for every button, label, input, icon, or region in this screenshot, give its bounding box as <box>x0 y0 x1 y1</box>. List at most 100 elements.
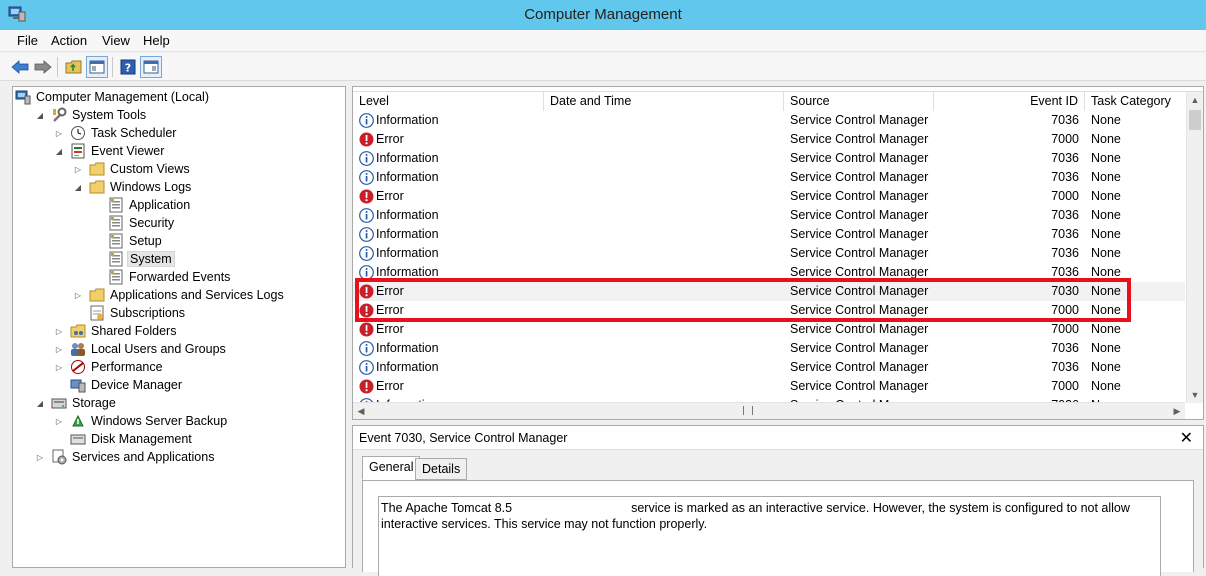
tree-item-storage[interactable]: ◢ Storage <box>34 394 118 412</box>
event-row[interactable]: Information Service Control Manager None 70… <box>353 225 1185 244</box>
tab-details[interactable]: Details <box>415 458 468 480</box>
column-header-level[interactable]: Level <box>353 92 544 111</box>
tree-item-security[interactable]: Security <box>91 214 176 232</box>
event-task-category: None <box>1091 284 1121 298</box>
tree-item-subscriptions[interactable]: Subscriptions <box>72 304 187 322</box>
column-header-event-id[interactable]: Event ID <box>934 92 1085 111</box>
tree-item-setup[interactable]: Setup <box>91 232 164 250</box>
tree-item-computer-management-local[interactable]: Computer Management (Local) <box>15 88 211 106</box>
help-button[interactable]: ? <box>117 56 139 78</box>
tree-item-custom-views[interactable]: ▷ Custom Views <box>72 160 192 178</box>
event-row[interactable]: Information Service Control Manager None 70… <box>353 263 1185 282</box>
expand-arrow-icon[interactable]: ▷ <box>72 289 84 301</box>
information-icon <box>359 113 374 128</box>
tree-item-system-tools[interactable]: ◢ System Tools <box>34 106 148 124</box>
tree-item-shared-folders[interactable]: ▷ Shared Folders <box>53 322 178 340</box>
expand-arrow-icon[interactable]: ▷ <box>72 163 84 175</box>
menu-file[interactable]: File <box>15 33 40 48</box>
event-source: Service Control Manager <box>790 170 929 184</box>
tree-item-event-viewer[interactable]: ◢ Event Viewer <box>53 142 166 160</box>
scrollbar-thumb[interactable] <box>1189 110 1201 130</box>
expand-arrow-icon[interactable]: ▷ <box>53 325 65 337</box>
tree-item-performance[interactable]: ▷ Performance <box>53 358 165 376</box>
event-row[interactable]: Error Service Control Manager None 7000 <box>353 187 1185 206</box>
tree-item-windows-logs[interactable]: ◢ Windows Logs <box>72 178 193 196</box>
tree-item-label: Subscriptions <box>110 306 186 320</box>
event-row[interactable]: Information Service Control Manager None 70… <box>353 206 1185 225</box>
event-row[interactable]: Error Service Control Manager None 7030 <box>353 282 1185 301</box>
tree-item-label: Local Users and Groups <box>91 342 226 356</box>
toolbar-separator <box>112 57 113 77</box>
menu-view[interactable]: View <box>100 33 132 48</box>
tree-item-system[interactable]: System <box>91 250 175 268</box>
expand-arrow-icon[interactable]: ▷ <box>53 343 65 355</box>
event-viewer-icon <box>71 143 85 159</box>
tree-item-task-scheduler[interactable]: ▷ Task Scheduler <box>53 124 178 142</box>
collapse-arrow-icon[interactable]: ◢ <box>34 397 46 409</box>
expand-arrow-icon[interactable]: ▷ <box>53 127 65 139</box>
event-id: 7036 <box>1051 113 1079 127</box>
tree-item-applications-and-services-logs[interactable]: ▷ Applications and Services Logs <box>72 286 286 304</box>
scroll-up-icon[interactable]: ▲ <box>1187 92 1203 108</box>
back-button[interactable] <box>9 56 31 78</box>
column-header-task-category[interactable]: Task Category <box>1085 92 1185 111</box>
column-header-date-and-time[interactable]: Date and Time <box>544 92 784 111</box>
scroll-right-icon[interactable]: ▶ <box>1169 403 1185 419</box>
tree-item-label: Application <box>129 198 191 212</box>
up-one-level-button[interactable] <box>63 56 85 78</box>
event-row[interactable]: Information Service Control Manager None 70… <box>353 168 1185 187</box>
log-icon <box>109 215 123 231</box>
event-row[interactable]: Error Service Control Manager None 7000 <box>353 130 1185 149</box>
information-icon <box>359 208 374 223</box>
disk-icon <box>70 434 86 445</box>
folder-icon <box>89 162 105 176</box>
backup-icon <box>72 414 84 427</box>
event-message-box[interactable]: The Apache Tomcat 8.5 service is marked … <box>378 496 1161 576</box>
tree-item-windows-server-backup[interactable]: ▷ Windows Server Backup <box>53 412 229 430</box>
collapse-arrow-icon[interactable]: ◢ <box>34 109 46 121</box>
expand-arrow-icon[interactable]: ▷ <box>53 415 65 427</box>
event-row[interactable]: Information Service Control Manager None 70… <box>353 358 1185 377</box>
expand-arrow-icon[interactable]: ▷ <box>53 361 65 373</box>
event-row[interactable]: Error Service Control Manager None 7000 <box>353 320 1185 339</box>
event-source: Service Control Manager <box>790 284 929 298</box>
event-source: Service Control Manager <box>790 189 929 203</box>
scroll-down-icon[interactable]: ▼ <box>1187 387 1203 403</box>
tree-item-services-and-applications[interactable]: ▷ Services and Applications <box>34 448 216 466</box>
event-row[interactable]: Error Service Control Manager None 7000 <box>353 301 1185 320</box>
redacted-region <box>515 502 628 515</box>
menu-action[interactable]: Action <box>49 33 89 48</box>
vertical-scrollbar[interactable]: ▲ ▼ <box>1186 92 1203 403</box>
event-row[interactable]: Information Service Control Manager None 70… <box>353 339 1185 358</box>
show-hide-action-pane-button[interactable] <box>140 56 162 78</box>
tree-item-device-manager[interactable]: Device Manager <box>53 376 184 394</box>
collapse-arrow-icon[interactable]: ◢ <box>72 181 84 193</box>
title-bar: Computer Management <box>0 0 1206 30</box>
scrollbar-grip-icon[interactable] <box>743 406 753 415</box>
event-row[interactable]: Information Service Control Manager None 70… <box>353 149 1185 168</box>
scroll-left-icon[interactable]: ◀ <box>353 403 369 419</box>
system-tools-icon <box>53 107 67 122</box>
tab-general[interactable]: General <box>362 456 421 480</box>
column-header-source[interactable]: Source <box>784 92 934 111</box>
event-level: Error <box>376 284 404 298</box>
tree-item-disk-management[interactable]: Disk Management <box>53 430 194 448</box>
menu-help[interactable]: Help <box>141 33 172 48</box>
horizontal-scrollbar[interactable]: ◀ ▶ <box>353 402 1185 419</box>
event-task-category: None <box>1091 265 1121 279</box>
event-source: Service Control Manager <box>790 322 929 336</box>
event-row[interactable]: Error Service Control Manager None 7000 <box>353 377 1185 396</box>
forward-button[interactable] <box>32 56 54 78</box>
collapse-arrow-icon[interactable]: ◢ <box>53 145 65 157</box>
show-hide-console-tree-button[interactable] <box>86 56 108 78</box>
event-row[interactable]: Information Service Control Manager None 70… <box>353 244 1185 263</box>
expand-arrow-icon[interactable]: ▷ <box>34 451 46 463</box>
tree-item-application[interactable]: Application <box>91 196 192 214</box>
tree-item-local-users-and-groups[interactable]: ▷ Local Users and Groups <box>53 340 228 358</box>
close-icon[interactable]: ✕ <box>1180 428 1193 448</box>
event-row[interactable]: Information Service Control Manager None 70… <box>353 111 1185 130</box>
tree-item-forwarded-events[interactable]: Forwarded Events <box>91 268 232 286</box>
